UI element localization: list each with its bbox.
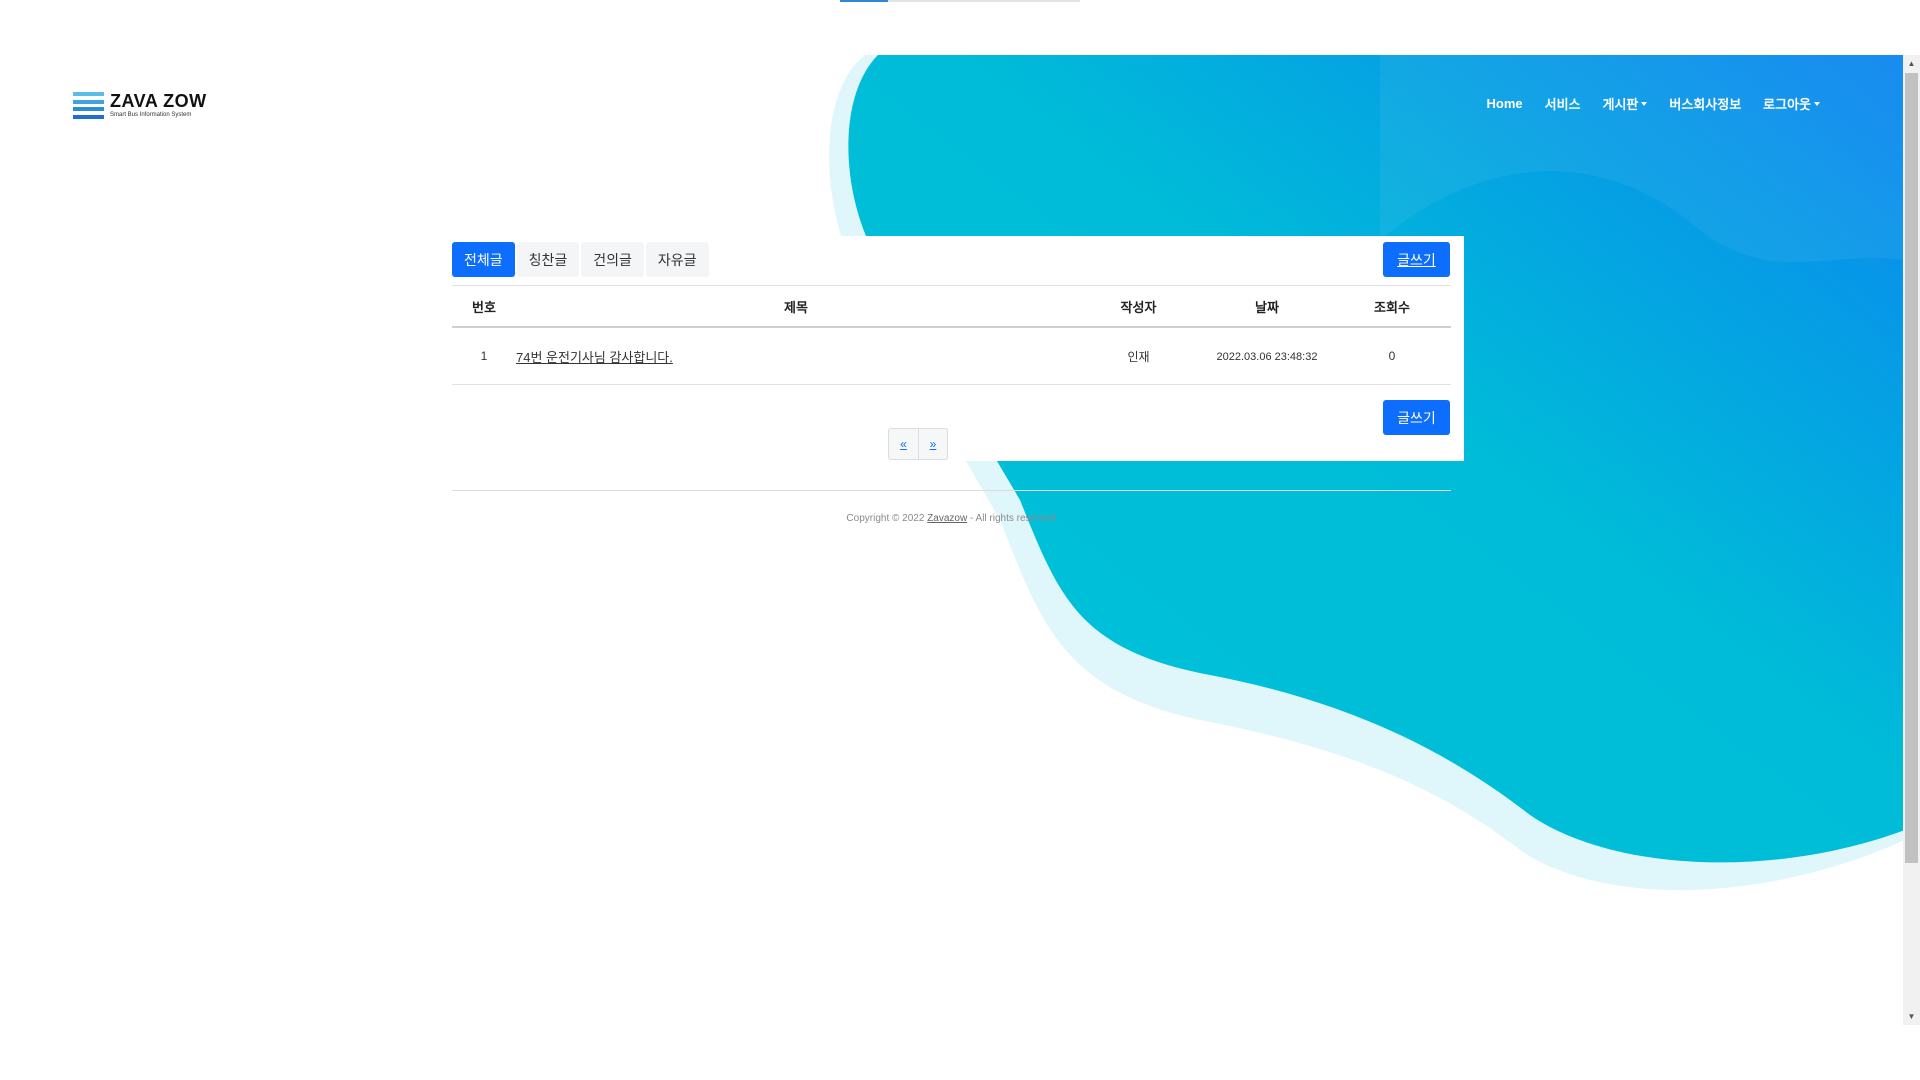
caret-down-icon — [1814, 101, 1820, 106]
top-loading-fill — [840, 0, 888, 2]
page-prev-button[interactable]: « — [889, 429, 918, 459]
tab-free[interactable]: 자유글 — [645, 242, 709, 277]
table-row: 1 74번 운전기사님 감사합니다. 인재 2022.03.06 23:48:3… — [452, 328, 1451, 385]
row-views: 0 — [1388, 349, 1396, 363]
row-date: 2022.03.06 23:48:32 — [1216, 351, 1318, 363]
copyright-prefix: Copyright © 2022 — [846, 513, 928, 524]
site-logo[interactable]: ZAVA ZOW Smart Bus Information System — [73, 92, 207, 119]
page-next-button[interactable]: » — [918, 429, 947, 459]
nav-board-label: 게시판 — [1602, 97, 1639, 112]
nav-bus-company-label: 버스회사정보 — [1669, 97, 1742, 112]
brand-link[interactable]: Zavazow — [927, 513, 967, 524]
col-writer: 작성자 — [1120, 299, 1157, 315]
board-table: 번호 제목 작성자 날짜 조회수 1 74번 운전기사님 감사합니다. 인재 2… — [452, 285, 1451, 385]
col-title: 제목 — [784, 299, 808, 315]
write-button-bottom[interactable]: 글쓰기 — [1383, 400, 1450, 435]
board-tabs: 전체글 칭찬글 건의글 자유글 — [452, 242, 709, 277]
scrollbar-thumb[interactable] — [1905, 73, 1918, 863]
copyright-suffix: - All rights reserved — [967, 513, 1056, 524]
vertical-scrollbar[interactable]: ▲ ▼ — [1903, 55, 1920, 1025]
col-date: 날짜 — [1255, 299, 1279, 315]
logo-bars-icon — [73, 92, 104, 119]
col-no: 번호 — [472, 299, 496, 315]
pagination: « » — [888, 428, 948, 460]
nav-board[interactable]: 게시판 — [1603, 94, 1648, 113]
table-header: 번호 제목 작성자 날짜 조회수 — [452, 285, 1451, 328]
scroll-up-icon[interactable]: ▲ — [1903, 55, 1920, 72]
tab-all[interactable]: 전체글 — [452, 242, 515, 277]
col-views: 조회수 — [1374, 299, 1410, 315]
tab-praise[interactable]: 칭찬글 — [516, 242, 580, 277]
nav-logout-label: 로그아웃 — [1763, 97, 1811, 112]
nav-home[interactable]: Home — [1486, 94, 1522, 113]
footer-divider — [452, 490, 1451, 491]
row-no: 1 — [480, 349, 488, 363]
main-nav: Home 서비스 게시판 버스회사정보 로그아웃 — [1486, 94, 1820, 113]
tab-suggestion[interactable]: 건의글 — [581, 242, 644, 277]
logo-title: ZAVA ZOW — [110, 91, 207, 111]
row-writer: 인재 — [1127, 349, 1150, 364]
nav-service[interactable]: 서비스 — [1545, 94, 1581, 113]
board-card: 전체글 칭찬글 건의글 자유글 글쓰기 번호 제목 작성자 날짜 조회수 1 7… — [452, 236, 1464, 461]
logo-subtitle: Smart Bus Information System — [110, 112, 192, 118]
copyright: Copyright © 2022 Zavazow - All rights re… — [0, 513, 1902, 524]
nav-service-label: 서비스 — [1544, 97, 1581, 112]
background-wave — [829, 55, 1906, 891]
nav-logout[interactable]: 로그아웃 — [1763, 94, 1820, 113]
scroll-down-icon[interactable]: ▼ — [1903, 1008, 1920, 1025]
row-title-link[interactable]: 74번 운전기사님 감사합니다. — [516, 350, 673, 365]
caret-down-icon — [1641, 101, 1648, 106]
nav-bus-company-info[interactable]: 버스회사정보 — [1669, 94, 1741, 113]
nav-home-label: Home — [1486, 96, 1523, 111]
write-button-top[interactable]: 글쓰기 — [1383, 242, 1450, 277]
top-loading-line — [840, 0, 1080, 2]
